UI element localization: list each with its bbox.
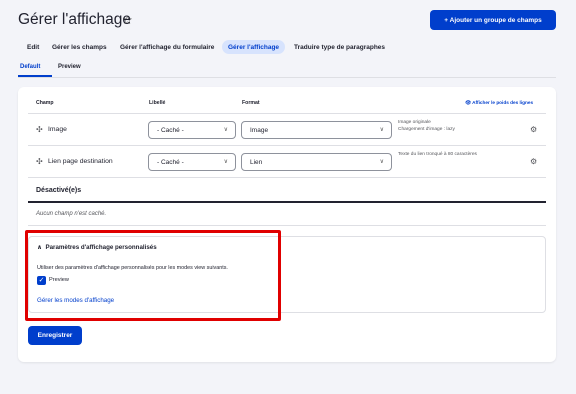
chevron-down-icon: ∨ bbox=[223, 127, 228, 133]
tab-manage-display[interactable]: Gérer l'affichage bbox=[222, 40, 286, 54]
page-title: Gérer l'affichage bbox=[18, 11, 131, 28]
row-divider bbox=[28, 177, 546, 178]
format-summary-link: Texte du lien tronqué à 80 caractères bbox=[398, 152, 477, 159]
tab-manage-form-display[interactable]: Gérer l'affichage du formulaire bbox=[120, 40, 214, 54]
subtab-preview[interactable]: Preview bbox=[58, 64, 81, 70]
select-value: - Caché - bbox=[157, 158, 184, 166]
column-header-champ: Champ bbox=[36, 100, 54, 106]
tab-edit[interactable]: Edit bbox=[27, 40, 39, 54]
tab-translate[interactable]: Traduire type de paragraphes bbox=[294, 40, 385, 54]
drag-handle-icon[interactable]: ✣ bbox=[36, 157, 43, 166]
gear-icon[interactable]: ⚙ bbox=[530, 125, 537, 134]
subtabs-divider bbox=[18, 77, 556, 78]
chevron-down-icon: ∨ bbox=[223, 159, 228, 165]
select-value: Image bbox=[250, 126, 269, 134]
chevron-down-icon: ∨ bbox=[379, 127, 384, 133]
select-value: Lien bbox=[250, 158, 263, 166]
label-select-link[interactable]: - Caché - ∨ bbox=[148, 153, 236, 171]
show-row-weights-link[interactable]: 👁 Afficher le poids des lignes bbox=[465, 100, 533, 106]
subtab-default[interactable]: Default bbox=[20, 64, 40, 70]
select-value: - Caché - bbox=[157, 126, 184, 134]
disabled-region-title: Désactivé(e)s bbox=[36, 187, 82, 194]
subtab-active-indicator bbox=[18, 75, 52, 77]
chevron-down-icon: ∨ bbox=[379, 159, 384, 165]
row-divider bbox=[28, 225, 546, 226]
field-name-link: Lien page destination bbox=[48, 158, 113, 165]
summary-line: Texte du lien tronqué à 80 caractères bbox=[398, 152, 477, 157]
column-header-format: Format bbox=[242, 100, 260, 106]
gear-icon[interactable]: ⚙ bbox=[530, 157, 537, 166]
summary-line: Chargement d'image : lazy bbox=[398, 126, 455, 132]
format-select-image[interactable]: Image ∨ bbox=[241, 121, 392, 139]
field-name-image: Image bbox=[48, 126, 67, 133]
table-header-divider bbox=[28, 113, 546, 114]
format-summary-image: Image originale Chargement d'image : laz… bbox=[398, 120, 455, 133]
highlight-box bbox=[25, 230, 281, 321]
star-icon[interactable]: ☆ bbox=[122, 13, 133, 27]
label-select-image[interactable]: - Caché - ∨ bbox=[148, 121, 236, 139]
row-divider bbox=[28, 145, 546, 146]
drag-handle-icon[interactable]: ✣ bbox=[36, 125, 43, 134]
disabled-empty-message: Aucun champ n'est caché. bbox=[36, 211, 107, 217]
tab-manage-fields[interactable]: Gérer les champs bbox=[52, 40, 107, 54]
disabled-region-divider bbox=[28, 201, 546, 203]
add-field-group-button[interactable]: + Ajouter un groupe de champs bbox=[430, 10, 556, 30]
column-header-libelle: Libellé bbox=[149, 100, 166, 106]
save-button[interactable]: Enregistrer bbox=[28, 326, 82, 345]
format-select-link[interactable]: Lien ∨ bbox=[241, 153, 392, 171]
